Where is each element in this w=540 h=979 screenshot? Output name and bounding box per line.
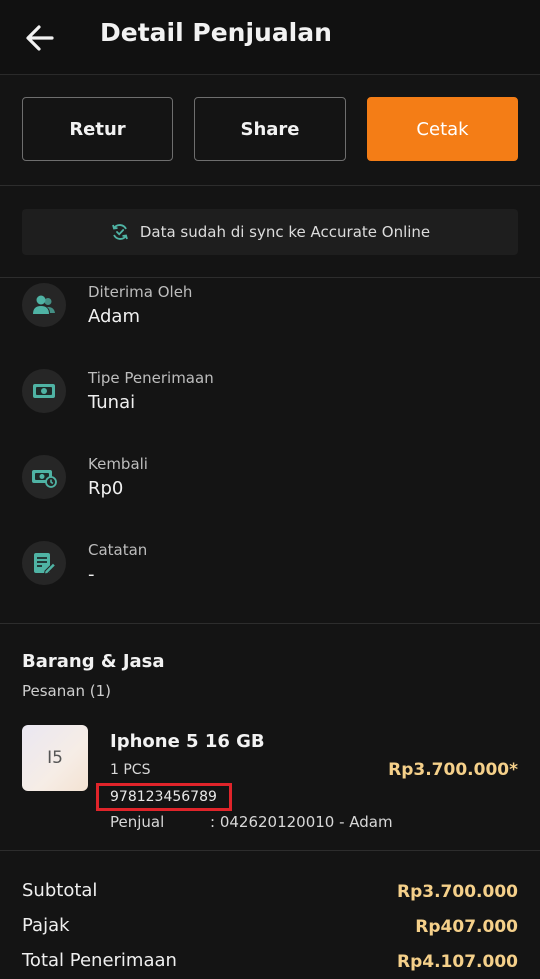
item-thumbnail: I5 xyxy=(22,725,88,791)
seller-value: : 042620120010 - Adam xyxy=(210,813,393,831)
seller-label: Penjual xyxy=(110,813,165,831)
detail-payment-type: Tipe Penerimaan Tunai xyxy=(22,369,502,429)
user-group-icon xyxy=(22,283,66,327)
detail-label: Diterima Oleh xyxy=(88,283,193,301)
detail-label: Catatan xyxy=(88,541,148,559)
orders-count: Pesanan (1) xyxy=(22,682,111,700)
tax-value: Rp407.000 xyxy=(415,917,518,937)
detail-change: Kembali Rp0 xyxy=(22,455,502,515)
note-edit-icon xyxy=(22,541,66,585)
detail-received-by: Diterima Oleh Adam xyxy=(22,283,502,343)
divider xyxy=(0,277,540,278)
goods-section-title: Barang & Jasa xyxy=(22,651,165,672)
sync-check-icon xyxy=(111,224,128,240)
tax-label: Pajak xyxy=(22,915,70,936)
total-label: Total Penerimaan xyxy=(22,950,177,971)
item-name[interactable]: Iphone 5 16 GB xyxy=(110,731,265,752)
cetak-button[interactable]: Cetak xyxy=(367,97,518,161)
detail-value: Tunai xyxy=(88,392,136,413)
detail-value: - xyxy=(88,564,95,585)
item-quantity: 1 PCS xyxy=(110,762,151,778)
item-sku: 978123456789 xyxy=(110,789,217,805)
back-arrow-icon[interactable] xyxy=(24,22,56,54)
detail-value: Rp0 xyxy=(88,478,124,499)
item-price: Rp3.700.000* xyxy=(388,760,518,780)
app-header: Detail Penjualan xyxy=(0,0,540,75)
subtotal-label: Subtotal xyxy=(22,880,98,901)
sync-status-text: Data sudah di sync ke Accurate Online xyxy=(139,223,431,241)
total-value: Rp4.107.000 xyxy=(397,952,518,972)
detail-value: Adam xyxy=(88,306,140,327)
retur-button[interactable]: Retur xyxy=(22,97,173,161)
share-button[interactable]: Share xyxy=(194,97,346,161)
detail-label: Tipe Penerimaan xyxy=(88,369,214,387)
detail-notes: Catatan - xyxy=(22,541,502,601)
sync-status-bar: Data sudah di sync ke Accurate Online xyxy=(22,209,518,255)
cash-icon xyxy=(22,369,66,413)
subtotal-value: Rp3.700.000 xyxy=(397,882,518,902)
change-cash-icon xyxy=(22,455,66,499)
page-title: Detail Penjualan xyxy=(100,18,332,47)
divider xyxy=(0,623,540,624)
detail-label: Kembali xyxy=(88,455,148,473)
divider xyxy=(0,850,540,851)
divider xyxy=(0,185,540,186)
